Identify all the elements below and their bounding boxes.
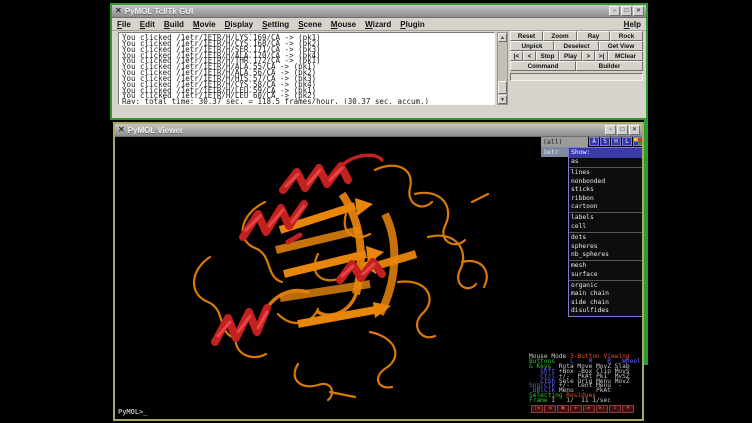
- feedback-strip: [510, 73, 643, 81]
- menu-mouse[interactable]: Mouse: [331, 20, 356, 29]
- movie-stop-icon[interactable]: ■: [557, 405, 569, 413]
- menu-file[interactable]: File: [117, 20, 131, 29]
- x-window-logo-icon: ✕: [115, 7, 122, 15]
- frame-value: I 1/ 11 1/sec: [551, 397, 611, 404]
- viewer-window-title: PyMOL Viewer: [128, 126, 604, 135]
- movie-play-icon[interactable]: ▶: [570, 405, 582, 413]
- show-menu-item-nb-spheres[interactable]: nb_spheres: [569, 251, 642, 259]
- show-menu-item-nonbonded[interactable]: nonbonded: [569, 178, 642, 186]
- fast-forward-button[interactable]: >|: [595, 51, 608, 61]
- movie-rewind-icon[interactable]: |◀: [531, 405, 543, 413]
- step-back-button[interactable]: <: [523, 51, 536, 61]
- scroll-up-icon[interactable]: ▲: [498, 33, 507, 42]
- show-menu: Show: as lines nonbonded sticks ribbon c…: [568, 147, 642, 317]
- console-scrollbar[interactable]: ▲ ▼: [497, 32, 508, 105]
- menubar: File Edit Build Movie Display Setting Sc…: [112, 18, 646, 31]
- menu-build[interactable]: Build: [164, 20, 184, 29]
- scroll-down-icon[interactable]: ▼: [498, 95, 507, 104]
- protein-structure[interactable]: [170, 142, 540, 412]
- mclear-button[interactable]: MClear: [608, 51, 643, 61]
- close-icon[interactable]: ✕: [633, 6, 644, 16]
- menu-scene[interactable]: Scene: [298, 20, 322, 29]
- movie-fast-forward-icon[interactable]: ▶|: [596, 405, 608, 413]
- color-wheel-button-c[interactable]: C: [633, 137, 642, 146]
- deselect-button[interactable]: Deselect: [554, 41, 599, 51]
- show-menu-header: Show:: [569, 148, 642, 158]
- rock-button[interactable]: Rock: [610, 31, 643, 41]
- occluded-window-border: [644, 120, 648, 365]
- show-menu-item-side-chain[interactable]: side chain: [569, 299, 642, 307]
- menu-separator: [569, 167, 642, 168]
- show-menu-item-as[interactable]: as: [569, 158, 642, 166]
- pymol-prompt[interactable]: PyMOL>_: [118, 408, 148, 416]
- get-view-button[interactable]: Get View: [599, 41, 643, 51]
- show-button-s[interactable]: S: [600, 137, 610, 146]
- command-button[interactable]: Command: [510, 61, 576, 71]
- gui-window: ✕ PyMOL Tcl/Tk GUI − □ ✕ File Edit Build…: [110, 3, 648, 120]
- show-menu-item-main-chain[interactable]: main chain: [569, 290, 642, 298]
- x-window-logo-icon: ✕: [118, 126, 125, 134]
- console-line: Ray: total time: 30.37 sec. = 118.5 fram…: [122, 99, 494, 105]
- frame-label: Frame: [529, 397, 551, 404]
- play-button[interactable]: Play: [559, 51, 582, 61]
- show-menu-item-mesh[interactable]: mesh: [569, 262, 642, 270]
- show-menu-item-dots[interactable]: dots: [569, 234, 642, 242]
- movie-fullscreen-icon[interactable]: ▼: [622, 405, 634, 413]
- show-menu-item-disulfides[interactable]: disulfides: [569, 307, 642, 315]
- show-menu-item-spheres[interactable]: spheres: [569, 243, 642, 251]
- zoom-button[interactable]: Zoom: [543, 31, 577, 41]
- close-icon[interactable]: ✕: [629, 125, 640, 135]
- show-menu-item-surface[interactable]: surface: [569, 271, 642, 279]
- viewer-window: ✕ PyMOL Viewer − □ ✕: [113, 122, 644, 421]
- maximize-icon[interactable]: □: [621, 6, 632, 16]
- maximize-icon[interactable]: □: [617, 125, 628, 135]
- menu-wizard[interactable]: Wizard: [365, 20, 391, 29]
- menu-separator: [569, 260, 642, 261]
- object-action-bar: A S H L C: [589, 137, 642, 146]
- builder-button[interactable]: Builder: [576, 61, 643, 71]
- step-forward-button[interactable]: >: [582, 51, 595, 61]
- stop-button[interactable]: Stop: [536, 51, 559, 61]
- movie-step-forward-icon[interactable]: ▶: [583, 405, 595, 413]
- movie-step-back-icon[interactable]: ◀: [544, 405, 556, 413]
- reset-button[interactable]: Reset: [510, 31, 543, 41]
- button-panel: Reset Zoom Ray Rock Unpick Deselect Get …: [510, 31, 643, 81]
- object-row-all[interactable]: (all): [541, 137, 588, 147]
- menu-plugin[interactable]: Plugin: [400, 20, 424, 29]
- show-menu-item-labels[interactable]: labels: [569, 214, 642, 222]
- viewer-titlebar[interactable]: ✕ PyMOL Viewer − □ ✕: [115, 124, 642, 137]
- hide-button-h[interactable]: H: [611, 137, 621, 146]
- movie-sculpt-icon[interactable]: S: [609, 405, 621, 413]
- movie-control-bar: |◀ ◀ ■ ▶ ▶ ▶| S ▼: [531, 405, 634, 413]
- viewer-canvas[interactable]: (all) 1etr A S H L C Show: as lines nonb…: [115, 137, 642, 419]
- menu-setting[interactable]: Setting: [262, 20, 289, 29]
- rewind-button[interactable]: |<: [510, 51, 523, 61]
- menu-separator: [569, 212, 642, 213]
- mouse-mode-panel: Mouse Mode 3-Button Viewing Buttons L M …: [529, 355, 642, 404]
- unpick-button[interactable]: Unpick: [510, 41, 554, 51]
- console-output[interactable]: You clicked /1etr/1ETR/H/LYS`169/CA -> (…: [118, 32, 495, 105]
- show-menu-item-sticks[interactable]: sticks: [569, 186, 642, 194]
- menu-display[interactable]: Display: [225, 20, 253, 29]
- show-menu-item-lines[interactable]: lines: [569, 169, 642, 177]
- ray-button[interactable]: Ray: [577, 31, 610, 41]
- menu-help[interactable]: Help: [624, 20, 641, 29]
- gui-titlebar[interactable]: ✕ PyMOL Tcl/Tk GUI − □ ✕: [112, 5, 646, 18]
- minimize-icon[interactable]: −: [605, 125, 616, 135]
- menu-separator: [569, 280, 642, 281]
- gui-window-title: PyMOL Tcl/Tk GUI: [125, 7, 608, 16]
- gui-body: You clicked /1etr/1ETR/H/LYS`169/CA -> (…: [112, 31, 646, 106]
- desktop: ✕ PyMOL Tcl/Tk GUI − □ ✕ File Edit Build…: [0, 0, 752, 423]
- show-menu-item-cartoon[interactable]: cartoon: [569, 203, 642, 211]
- show-menu-item-cell[interactable]: cell: [569, 223, 642, 231]
- menu-edit[interactable]: Edit: [140, 20, 155, 29]
- action-button-a[interactable]: A: [589, 137, 599, 146]
- menu-separator: [569, 232, 642, 233]
- menu-movie[interactable]: Movie: [193, 20, 216, 29]
- label-button-l[interactable]: L: [622, 137, 632, 146]
- show-menu-item-ribbon[interactable]: ribbon: [569, 195, 642, 203]
- scroll-thumb[interactable]: [498, 81, 507, 94]
- minimize-icon[interactable]: −: [609, 6, 620, 16]
- show-menu-item-organic[interactable]: organic: [569, 282, 642, 290]
